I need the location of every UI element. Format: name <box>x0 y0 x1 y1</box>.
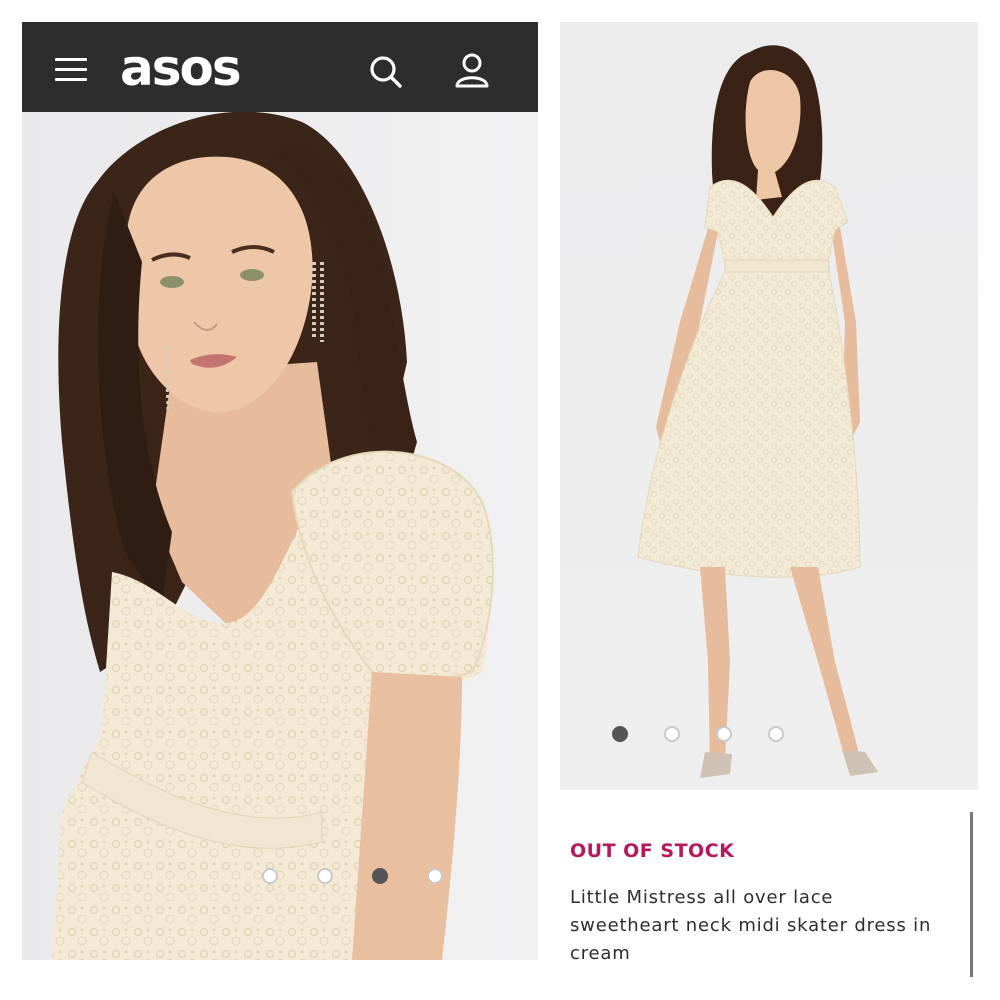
product-image-panel-right <box>560 22 978 790</box>
model-closeup-photo <box>22 112 538 960</box>
site-header: asos <box>22 22 538 112</box>
carousel-dot[interactable] <box>664 726 680 742</box>
image-carousel-dots <box>262 868 443 884</box>
account-icon[interactable] <box>454 52 490 90</box>
hamburger-menu-icon[interactable] <box>55 58 87 81</box>
stock-status: OUT OF STOCK <box>570 840 735 862</box>
carousel-dot[interactable] <box>716 726 732 742</box>
asos-logo[interactable]: asos <box>120 40 242 96</box>
carousel-dot[interactable] <box>262 868 278 884</box>
carousel-dot[interactable] <box>612 726 628 742</box>
image-carousel-dots <box>612 726 784 742</box>
carousel-dot[interactable] <box>427 868 443 884</box>
model-full-length-photo <box>560 22 978 790</box>
carousel-dot[interactable] <box>317 868 333 884</box>
carousel-dot[interactable] <box>372 868 388 884</box>
search-icon[interactable] <box>368 54 404 90</box>
product-image-panel-left: asos <box>22 22 538 960</box>
product-title: Little Mistress all over lace sweetheart… <box>570 887 932 964</box>
scrollbar[interactable] <box>970 812 973 977</box>
carousel-dot[interactable] <box>768 726 784 742</box>
